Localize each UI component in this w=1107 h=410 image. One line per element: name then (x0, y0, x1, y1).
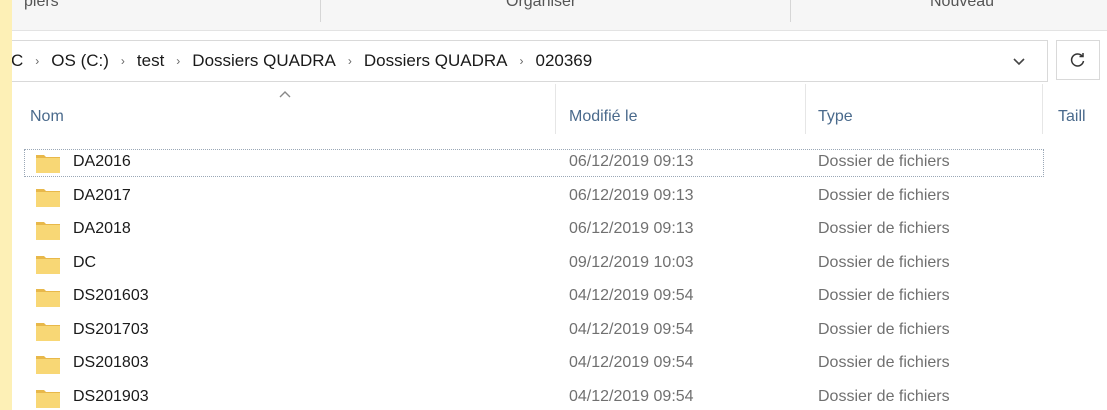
file-modified-date: 04/12/2019 09:54 (569, 387, 694, 405)
file-name: DS201603 (73, 287, 149, 304)
breadcrumb-item-dossiers-quadra-2[interactable]: Dossiers QUADRA (362, 51, 510, 71)
file-type: Dossier de fichiers (818, 153, 950, 170)
folder-icon (36, 356, 60, 374)
breadcrumb: C › OS (C:) › test › Dossiers QUADRA › D… (12, 41, 594, 81)
breadcrumb-separator-icon[interactable]: › (25, 54, 49, 68)
file-name: DC (73, 253, 97, 271)
ribbon-group-clipboard-label: piers (24, 0, 59, 10)
file-list: DA2016 06/12/2019 09:13 Dossier de fichi… (12, 146, 1107, 410)
chevron-down-icon[interactable] (1011, 53, 1027, 69)
breadcrumb-item-pc[interactable]: C (12, 51, 25, 71)
breadcrumb-item-dossiers-quadra[interactable]: Dossiers QUADRA (190, 51, 338, 71)
file-modified-date: 06/12/2019 09:13 (569, 186, 694, 204)
breadcrumb-item-os-c[interactable]: OS (C:) (49, 51, 111, 71)
file-type: Dossier de fichiers (818, 287, 950, 304)
file-row-da2016[interactable]: DA2016 06/12/2019 09:13 Dossier de fichi… (12, 146, 1107, 180)
folder-icon (36, 289, 60, 307)
ribbon-divider (790, 0, 791, 22)
file-row-ds201703[interactable]: DS201703 04/12/2019 09:54 Dossier de fic… (12, 314, 1107, 348)
file-type: Dossier de fichiers (818, 320, 950, 338)
folder-icon (36, 389, 60, 408)
ribbon-group-new-label: Nouveau (930, 0, 995, 10)
file-type: Dossier de fichiers (818, 253, 950, 271)
file-explorer-window: piers Organiser Nouveau C › OS (C:) › te… (12, 0, 1107, 410)
file-type: Dossier de fichiers (818, 387, 950, 405)
ribbon-divider (320, 0, 321, 22)
breadcrumb-separator-icon[interactable]: › (166, 54, 190, 68)
breadcrumb-item-020369[interactable]: 020369 (533, 51, 594, 71)
file-modified-date: 06/12/2019 09:13 (569, 153, 694, 170)
folder-icon (36, 222, 60, 240)
breadcrumb-separator-icon[interactable]: › (509, 54, 533, 68)
file-modified-date: 04/12/2019 09:54 (569, 354, 694, 371)
column-header-row: Nom Modifié le Type Taill (12, 84, 1107, 134)
file-name: DS201703 (73, 320, 149, 338)
breadcrumb-separator-icon[interactable]: › (111, 54, 135, 68)
refresh-icon (1070, 53, 1085, 67)
folder-icon (36, 155, 60, 173)
file-row-ds201803[interactable]: DS201803 04/12/2019 09:54 Dossier de fic… (12, 347, 1107, 381)
file-row-ds201603[interactable]: DS201603 04/12/2019 09:54 Dossier de fic… (12, 280, 1107, 314)
column-header-name[interactable]: Nom (30, 108, 64, 126)
file-name: DA2017 (73, 186, 131, 204)
file-name: DS201803 (73, 354, 149, 371)
address-bar[interactable]: C › OS (C:) › test › Dossiers QUADRA › D… (12, 40, 1048, 82)
file-name: DA2018 (73, 220, 131, 237)
file-modified-date: 09/12/2019 10:03 (569, 253, 694, 271)
file-modified-date: 06/12/2019 09:13 (569, 220, 694, 237)
column-header-type[interactable]: Type (818, 108, 853, 126)
column-divider[interactable] (555, 84, 556, 134)
breadcrumb-separator-icon[interactable]: › (338, 54, 362, 68)
file-modified-date: 04/12/2019 09:54 (569, 287, 694, 304)
folder-icon (36, 255, 60, 274)
sort-ascending-icon (279, 91, 291, 98)
ribbon: piers Organiser Nouveau (12, 0, 1107, 31)
refresh-button[interactable] (1056, 40, 1100, 80)
file-type: Dossier de fichiers (818, 220, 950, 237)
folder-icon (36, 322, 60, 341)
file-row-da2018[interactable]: DA2018 06/12/2019 09:13 Dossier de fichi… (12, 213, 1107, 247)
file-type: Dossier de fichiers (818, 186, 950, 204)
file-row-dc[interactable]: DC 09/12/2019 10:03 Dossier de fichiers (12, 247, 1107, 281)
file-row-ds201903[interactable]: DS201903 04/12/2019 09:54 Dossier de fic… (12, 381, 1107, 410)
file-type: Dossier de fichiers (818, 354, 950, 371)
column-divider[interactable] (805, 84, 806, 134)
file-name: DS201903 (73, 387, 149, 405)
file-name: DA2016 (73, 153, 131, 170)
file-row-da2017[interactable]: DA2017 06/12/2019 09:13 Dossier de fichi… (12, 180, 1107, 214)
column-header-modified[interactable]: Modifié le (569, 108, 637, 126)
column-divider[interactable] (1042, 84, 1043, 134)
folder-icon (36, 188, 60, 207)
column-header-size[interactable]: Taill (1058, 108, 1086, 126)
ribbon-group-organize-label: Organiser (506, 0, 577, 10)
file-modified-date: 04/12/2019 09:54 (569, 320, 694, 338)
breadcrumb-item-test[interactable]: test (135, 51, 166, 71)
